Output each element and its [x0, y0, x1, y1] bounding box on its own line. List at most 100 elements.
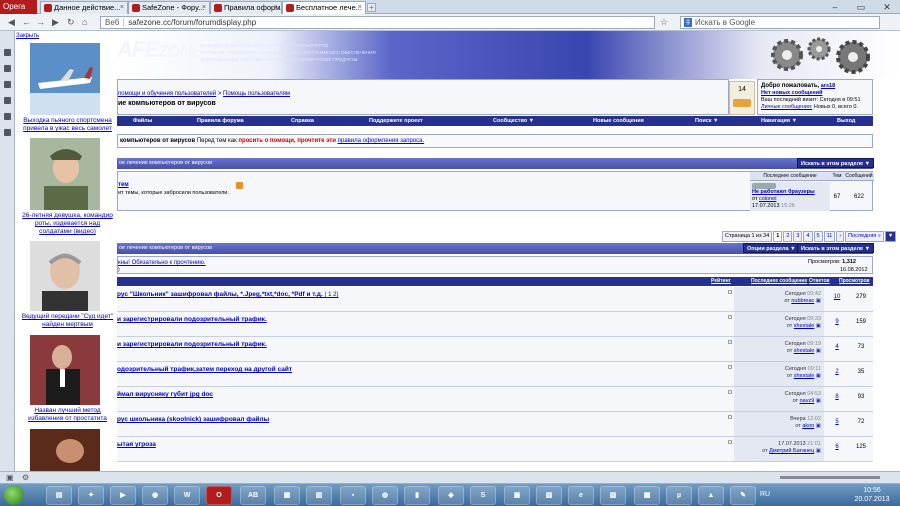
- thread-title-link[interactable]: и зарегистрировали подозрительный трафик…: [117, 341, 267, 348]
- menu-new-posts[interactable]: Новые сообщения: [593, 116, 644, 126]
- back-arrow-icon[interactable]: ◀: [8, 17, 15, 27]
- section-options-button[interactable]: Опции раздела ▼: [743, 243, 800, 253]
- app-icon-15[interactable]: ▣: [504, 486, 530, 505]
- counter-widget[interactable]: 14: [729, 81, 755, 115]
- subforum-link[interactable]: тем: [118, 182, 129, 188]
- thread-last-user[interactable]: nubbreac: [791, 298, 814, 304]
- media-icon[interactable]: ▶: [110, 486, 136, 505]
- url-field[interactable]: Веб safezone.cc/forum/forumdisplay.php: [100, 16, 655, 29]
- menu-rules[interactable]: Правила форума: [197, 116, 244, 126]
- abc-icon[interactable]: AB: [240, 486, 266, 505]
- thread-title-link[interactable]: ймал вирусняку губит jpg doc: [117, 391, 213, 398]
- rules-link[interactable]: правила оформления запроса.: [338, 138, 424, 144]
- skype-icon[interactable]: S: [470, 486, 496, 505]
- app-icon-13[interactable]: ◆: [438, 486, 464, 505]
- tab-2[interactable]: SafeZone - Фору... ×: [128, 1, 210, 14]
- private-messages-link[interactable]: Личные сообщения:: [761, 104, 812, 110]
- star-icon[interactable]: ☆: [660, 17, 668, 27]
- explorer-icon[interactable]: ▤: [46, 486, 72, 505]
- go-last-icon[interactable]: ▣: [816, 373, 821, 379]
- close-ads-link[interactable]: Закрыть: [16, 33, 39, 39]
- panel-toggle-icon[interactable]: ▣: [6, 473, 14, 482]
- page-1[interactable]: 1: [773, 231, 783, 242]
- close-tab-icon[interactable]: ×: [120, 2, 124, 14]
- go-last-icon[interactable]: ▣: [816, 323, 821, 329]
- app-icon-21[interactable]: ▲: [698, 486, 724, 505]
- utorrent-icon[interactable]: µ: [666, 486, 692, 505]
- rss-icon[interactable]: [236, 182, 243, 189]
- announcement-link[interactable]: кны! Обязательно к прочтению.: [118, 260, 206, 266]
- page-5[interactable]: 5: [813, 231, 823, 242]
- page-11[interactable]: 11: [823, 231, 836, 242]
- search-section-button[interactable]: Искать в этом разделе ▼: [797, 158, 875, 168]
- fast-forward-icon[interactable]: ▶: [52, 17, 59, 27]
- host-photo-image[interactable]: [30, 241, 100, 311]
- page-3[interactable]: 3: [793, 231, 803, 242]
- close-tab-icon[interactable]: ×: [202, 2, 206, 14]
- sort-rating[interactable]: Рейтинг: [711, 277, 731, 286]
- minimize-icon[interactable]: –: [822, 0, 848, 14]
- chrome-icon[interactable]: ◉: [142, 486, 168, 505]
- thread-title-link[interactable]: одозрительный трафик,затем переход на др…: [117, 366, 292, 373]
- ad-caption-2[interactable]: 26-летняя девушка, командир роты, издева…: [18, 212, 117, 236]
- go-last-icon[interactable]: ▣: [816, 298, 821, 304]
- widgets-icon[interactable]: [4, 129, 11, 136]
- thread-replies[interactable]: 5: [825, 419, 849, 425]
- menu-help[interactable]: Справка: [291, 116, 314, 126]
- thread-title-link[interactable]: рус "Школьник" зашифровал файлы, *.Jpeg,…: [117, 291, 338, 298]
- app-icon-19[interactable]: ▩: [634, 486, 660, 505]
- menu-support[interactable]: Поддержите проект: [369, 116, 423, 126]
- menu-navigation[interactable]: Навигация ▼: [761, 116, 797, 126]
- last-post-link[interactable]: Не работают браузеры: [752, 189, 815, 195]
- close-tab-icon[interactable]: ×: [274, 2, 278, 14]
- go-last-icon[interactable]: ▣: [816, 423, 821, 429]
- save-icon[interactable]: ▪: [340, 486, 366, 505]
- man-in-suit-image[interactable]: [30, 335, 100, 405]
- notes-icon[interactable]: [4, 81, 11, 88]
- thread-last-user[interactable]: oavz9: [800, 398, 815, 404]
- tab-1[interactable]: Данное действие... ×: [40, 1, 128, 14]
- breadcrumb-link-2[interactable]: Помощь пользователям: [223, 91, 290, 97]
- page-next[interactable]: ›: [836, 231, 845, 242]
- reload-icon[interactable]: ↻: [67, 17, 75, 27]
- thread-last-user[interactable]: shestale: [794, 323, 815, 329]
- sort-last-post[interactable]: Последнее сообщение: [751, 277, 807, 286]
- back-icon[interactable]: ←: [22, 17, 31, 27]
- thread-replies[interactable]: 4: [825, 344, 849, 350]
- soldier-girl-image[interactable]: [30, 138, 100, 210]
- new-tab-button[interactable]: +: [367, 3, 376, 12]
- forward-icon[interactable]: →: [36, 17, 45, 27]
- opera-menu-button[interactable]: Opera: [0, 0, 37, 14]
- language-indicator[interactable]: RU: [760, 491, 770, 498]
- menu-files[interactable]: Файлы: [133, 116, 152, 126]
- ad-caption-1[interactable]: Выходка пьяного спортсмена привела в ужа…: [18, 117, 117, 133]
- page-4[interactable]: 4: [803, 231, 813, 242]
- page-last[interactable]: Последняя »: [845, 231, 884, 242]
- firefox-icon[interactable]: ◍: [372, 486, 398, 505]
- app-icon-18[interactable]: ▨: [600, 486, 626, 505]
- close-window-icon[interactable]: ✕: [874, 0, 900, 14]
- breadcrumb-link-1[interactable]: помощи и обучения пользователей: [118, 91, 216, 97]
- thread-last-user[interactable]: shestale: [794, 373, 815, 379]
- clock[interactable]: 10:56 20.07.2013: [852, 486, 892, 504]
- go-last-icon[interactable]: ▣: [816, 398, 821, 404]
- close-tab-icon[interactable]: ×: [358, 2, 362, 14]
- downloads-icon[interactable]: [4, 113, 11, 120]
- maximize-icon[interactable]: ▭: [848, 0, 874, 14]
- thread-last-user[interactable]: shestale: [794, 348, 815, 354]
- app-icon-16[interactable]: ▧: [536, 486, 562, 505]
- mail-icon[interactable]: [4, 65, 11, 72]
- go-last-icon[interactable]: ▣: [816, 348, 821, 354]
- opera-icon[interactable]: O: [206, 486, 232, 505]
- bookmarks-icon[interactable]: [4, 49, 11, 56]
- view-icon[interactable]: ⚙: [22, 473, 29, 482]
- search-section-button-2[interactable]: Искать в этом разделе ▼: [797, 243, 875, 253]
- app-icon-2[interactable]: ✦: [78, 486, 104, 505]
- menu-logout[interactable]: Выход: [837, 116, 855, 126]
- thread-replies[interactable]: 6: [825, 444, 849, 450]
- home-icon[interactable]: ⌂: [82, 17, 87, 27]
- new-messages-link[interactable]: Нет новых сообщений: [761, 90, 823, 96]
- airplane-image[interactable]: [30, 43, 100, 115]
- thread-title-link[interactable]: рус школьника (skoolnick) зашифровал фай…: [117, 416, 269, 423]
- zoom-slider[interactable]: [780, 476, 880, 479]
